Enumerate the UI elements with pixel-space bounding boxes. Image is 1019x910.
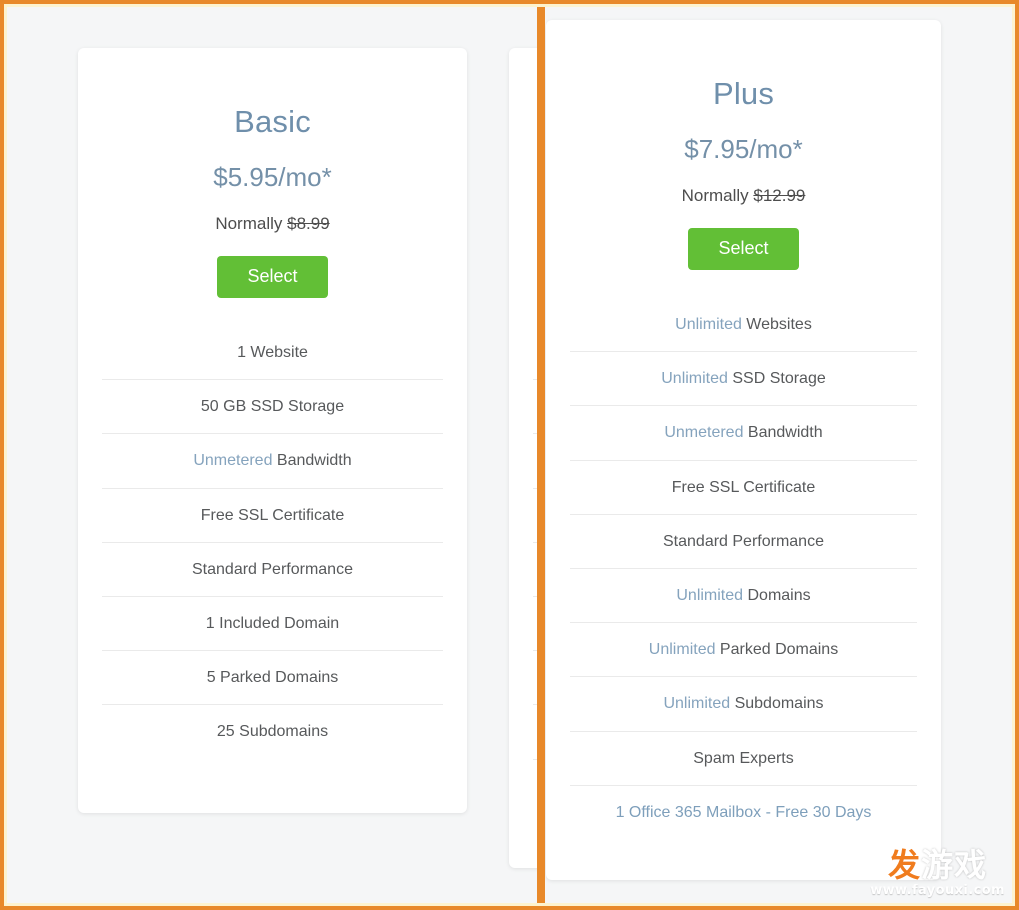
feature-text: Parked Domains: [715, 641, 839, 659]
feature-item: 1 Office 365 Mailbox - Free 30 Days: [570, 784, 917, 839]
feature-item: Websites: [533, 326, 537, 379]
feature-item: Subdomains: [533, 704, 537, 758]
feature-text: Subdomains: [730, 695, 824, 713]
select-button-plus[interactable]: Select: [688, 228, 799, 270]
feature-item: SSD Storage: [533, 379, 537, 433]
feature-item: Standard Performance: [570, 513, 917, 568]
plan-price-basic: $5.95/mo*: [213, 162, 332, 192]
select-button-wrap-plus: Select: [570, 206, 917, 270]
normally-price: $8.99: [287, 214, 330, 233]
feature-text: 25 Subdomains: [216, 723, 329, 741]
feature-item: Free SSL Certificate: [570, 459, 917, 514]
plan-normally-partial: Normally $12.99: [533, 193, 537, 234]
pricing-card-partial: Plus $7.95/mo* Normally $12.99 Select We…: [509, 48, 537, 868]
feature-item: Unlimited Domains: [570, 567, 917, 622]
feature-text: 5 Parked Domains: [206, 669, 339, 687]
feature-item: 25 Subdomains: [102, 704, 443, 758]
watermark-url: www.fayouxi.com: [870, 883, 1005, 898]
watermark-char-2: 游戏: [921, 846, 988, 884]
feature-text: Free SSL Certificate: [671, 478, 816, 496]
feature-text: SSD Storage: [727, 370, 826, 388]
pricing-card-basic: Basic $5.95/mo* Normally $8.99 Select 1 …: [78, 48, 467, 813]
comparison-frame: Basic $5.95/mo* Normally $8.99 Select 1 …: [0, 0, 1019, 910]
feature-text: 50 GB SSD Storage: [200, 398, 345, 416]
feature-list-plus: Unlimited Websites Unlimited SSD Storage…: [570, 270, 917, 839]
feature-item: Spam Experts: [570, 730, 917, 785]
feature-highlight: Unlimited: [676, 586, 744, 604]
feature-item: Unmetered Bandwidth: [570, 405, 917, 459]
feature-highlight: Unmetered: [664, 424, 744, 442]
feature-text: Websites: [741, 316, 812, 333]
feature-text: 1 Included Domain: [205, 614, 340, 632]
normally-label: Normally: [681, 186, 749, 205]
feature-item: Free SSL Certificate: [533, 487, 537, 542]
feature-highlight: Unlimited: [675, 316, 742, 333]
feature-item: 1 Included Domain: [102, 595, 443, 650]
feature-text: Free SSL Certificate: [200, 506, 345, 524]
right-screenshot-panel: Plus $7.95/mo* Normally $12.99 Select Un…: [545, 4, 1015, 906]
feature-item: Unmetered Bandwidth: [102, 433, 443, 487]
watermark-char-1: 发: [888, 846, 922, 884]
feature-item: Standard Performance: [102, 541, 443, 596]
normally-label: Normally: [215, 214, 283, 233]
watermark-logo-text: 发游戏: [870, 849, 1005, 881]
feature-highlight: Unmetered: [193, 452, 273, 470]
plan-price-plus: $7.95/mo*: [684, 134, 803, 164]
feature-item: Unlimited Subdomains: [570, 676, 917, 730]
feature-item: Domains: [533, 595, 537, 650]
feature-item: Unlimited SSD Storage: [570, 351, 917, 405]
feature-text: 1 Website: [237, 344, 308, 361]
feature-item: Unlimited Parked Domains: [570, 622, 917, 676]
feature-item: Unlimited Websites: [570, 298, 917, 351]
feature-item: Standard Performance: [533, 541, 537, 596]
plan-price-partial: $7.95/mo*: [533, 140, 537, 193]
pricing-card-plus: Plus $7.95/mo* Normally $12.99 Select Un…: [546, 20, 941, 880]
feature-item: 1 Website: [102, 326, 443, 379]
plan-name-plus: Plus: [712, 76, 775, 111]
feature-text: Standard Performance: [192, 560, 353, 578]
site-watermark: 发游戏 www.fayouxi.com: [870, 849, 1005, 898]
feature-text: Bandwidth: [272, 452, 352, 470]
feature-item: Parked Domains: [533, 650, 537, 704]
feature-list-basic: 1 Website 50 GB SSD Storage Unmetered Ba…: [102, 298, 443, 759]
feature-item: 5 Parked Domains: [102, 650, 443, 704]
plan-name-partial: Plus: [533, 48, 537, 140]
plan-normally-basic: Normally $8.99: [102, 193, 443, 234]
normally-price: $12.99: [753, 186, 806, 205]
feature-item: Free SSL Certificate: [102, 487, 443, 542]
left-screenshot-panel: Basic $5.95/mo* Normally $8.99 Select 1 …: [4, 4, 537, 906]
select-button-wrap-basic: Select: [102, 234, 443, 298]
feature-item: 50 GB SSD Storage: [102, 379, 443, 433]
feature-text: Domains: [743, 586, 811, 604]
feature-highlight: Unlimited: [648, 641, 716, 659]
feature-highlight: Unlimited: [661, 370, 728, 388]
select-button-wrap-partial: Select: [533, 234, 537, 298]
feature-text: 1 Office 365 Mailbox - Free 30 Days: [615, 803, 872, 821]
panel-divider: [537, 0, 545, 910]
plan-normally-plus: Normally $12.99: [570, 165, 917, 206]
plan-name-basic: Basic: [234, 104, 311, 139]
feature-text: Bandwidth: [743, 424, 823, 442]
feature-text: Standard Performance: [663, 532, 824, 550]
select-button-basic[interactable]: Select: [217, 256, 328, 298]
feature-text: Spam Experts: [693, 749, 794, 767]
feature-item: Bandwidth: [533, 433, 537, 487]
feature-list-partial: Websites SSD Storage Bandwidth Free SSL …: [533, 298, 537, 813]
feature-highlight: Unlimited: [663, 695, 731, 713]
feature-item: Spam Experts: [533, 758, 537, 813]
